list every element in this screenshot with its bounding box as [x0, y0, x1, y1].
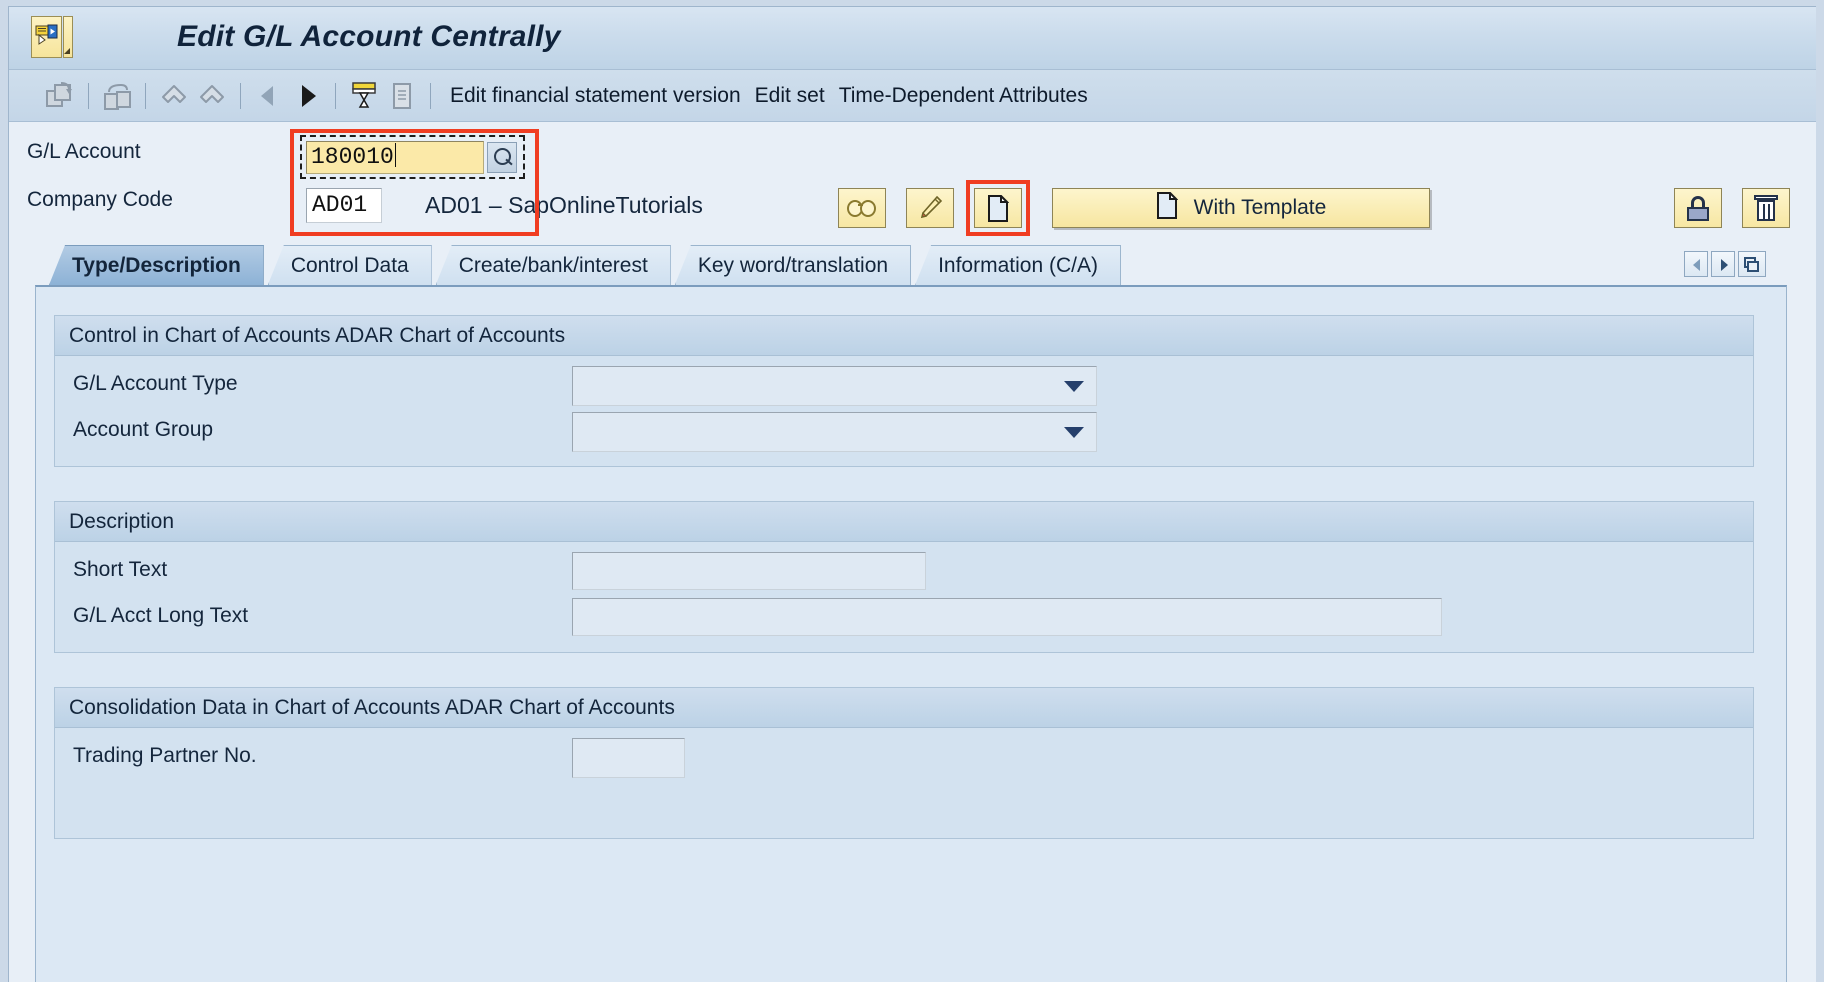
tab-type-description[interactable]: Type/Description — [49, 245, 264, 285]
tab-region: Type/Description Control Data Create/ban… — [9, 237, 1816, 285]
tab-strip: Type/Description Control Data Create/ban… — [49, 245, 1125, 285]
tab-control-data[interactable]: Control Data — [267, 245, 432, 285]
menu-item-edit-set[interactable]: Edit set — [755, 84, 825, 108]
chevron-down-icon[interactable] — [63, 16, 73, 58]
field-label: Account Group — [73, 418, 214, 441]
tab-information-ca[interactable]: Information (C/A) — [915, 245, 1121, 285]
tab-key-word-translation[interactable]: Key word/translation — [674, 245, 912, 285]
page-title: Edit G/L Account Centrally — [177, 20, 561, 53]
company-code-input[interactable]: AD01 — [306, 188, 382, 223]
toolbar-menu: Edit financial statement version Edit se… — [450, 84, 1102, 108]
tab-label: Create/bank/interest — [458, 253, 648, 277]
chevron-down-icon[interactable] — [1064, 381, 1084, 392]
undo-glyph-icon — [162, 84, 186, 103]
delete-button[interactable] — [1742, 188, 1790, 228]
group-consolidation-data: Consolidation Data in Chart of Accounts … — [54, 687, 1754, 839]
field-label: Short Text — [73, 558, 168, 581]
trash-icon — [1754, 195, 1778, 221]
text-caret — [394, 143, 396, 167]
toolbar-separator — [335, 82, 336, 109]
copy-link-icon[interactable] — [102, 81, 132, 111]
application-toolbar: Edit financial statement version Edit se… — [9, 70, 1816, 122]
gl-acct-long-text-input[interactable] — [572, 598, 1442, 636]
field-label: G/L Account Type — [73, 372, 238, 395]
field-label: Trading Partner No. — [73, 744, 257, 767]
group-description: Description Short Text G/L Acct Long Tex… — [54, 501, 1754, 653]
document-icon — [988, 194, 1009, 222]
tab-label: Key word/translation — [697, 253, 889, 277]
header-form-area: G/L Account Company Code 180010 AD01 AD0… — [9, 122, 1816, 237]
sap-menu-glyph-icon — [35, 24, 58, 45]
tab-label: Information (C/A) — [938, 253, 1098, 277]
tab-navigation — [1684, 251, 1766, 277]
redo-icon[interactable] — [197, 81, 227, 111]
hourglass-glyph-icon — [352, 81, 376, 108]
tab-scroll-right-icon[interactable] — [1711, 251, 1735, 277]
with-template-button[interactable]: With Template — [1052, 188, 1430, 228]
previous-arrow-icon[interactable] — [254, 81, 284, 111]
with-template-label: With Template — [1193, 196, 1327, 219]
group-title: Description — [55, 502, 1753, 542]
gl-account-input[interactable]: 180010 — [306, 141, 484, 174]
group-body: Trading Partner No. — [55, 728, 1753, 838]
gl-account-type-dropdown[interactable] — [572, 366, 1097, 406]
company-code-value: AD01 — [312, 192, 368, 218]
create-button[interactable] — [974, 188, 1022, 228]
company-code-description: AD01 – SapOnlineTutorials — [425, 192, 703, 218]
next-arrow-icon[interactable] — [292, 81, 322, 111]
tab-scroll-left-icon[interactable] — [1684, 251, 1708, 277]
pencil-icon — [920, 195, 943, 219]
change-button[interactable] — [906, 188, 954, 228]
group-body: G/L Account Type Account Group — [55, 356, 1753, 466]
sap-menu-icon[interactable] — [31, 16, 62, 58]
group-title: Consolidation Data in Chart of Accounts … — [55, 688, 1753, 728]
sap-system-menu-button[interactable] — [31, 16, 73, 58]
hourglass-print-icon[interactable] — [349, 81, 379, 111]
lock-icon — [1685, 195, 1711, 221]
lock-button[interactable] — [1674, 188, 1722, 228]
trading-partner-no-input[interactable] — [572, 738, 685, 778]
toolbar-separator — [88, 82, 89, 109]
group-control-chart-of-accounts: Control in Chart of Accounts ADAR Chart … — [54, 315, 1754, 467]
search-help-icon[interactable] — [487, 142, 517, 173]
application-window: Edit G/L Account Centrally Edit financia… — [8, 6, 1816, 982]
copy-icon[interactable] — [45, 81, 75, 111]
chevron-down-icon[interactable] — [1064, 427, 1084, 438]
toolbar-separator — [240, 82, 241, 109]
next-glyph-icon — [302, 84, 316, 107]
gl-account-value: 180010 — [311, 144, 394, 170]
tab-create-bank-interest[interactable]: Create/bank/interest — [435, 245, 671, 285]
field-label: G/L Acct Long Text — [73, 604, 249, 627]
tab-list-icon[interactable] — [1738, 251, 1766, 277]
group-body: Short Text G/L Acct Long Text — [55, 542, 1753, 652]
short-text-input[interactable] — [572, 552, 926, 590]
copy-arrow-icon — [60, 81, 72, 94]
tab-label: Type/Description — [72, 253, 241, 277]
display-button[interactable] — [838, 188, 886, 228]
title-bar: Edit G/L Account Centrally — [9, 7, 1816, 70]
previous-glyph-icon — [261, 85, 273, 106]
link-arc-icon — [108, 83, 128, 92]
tab-label: Control Data — [290, 253, 409, 277]
company-code-label: Company Code — [27, 188, 173, 211]
document-list-glyph-icon — [393, 82, 411, 109]
redo-glyph-icon — [200, 84, 224, 103]
undo-icon[interactable] — [159, 81, 189, 111]
menu-item-edit-financial-statement-version[interactable]: Edit financial statement version — [450, 84, 741, 108]
toolbar-separator — [430, 82, 431, 109]
document-icon — [1156, 190, 1179, 225]
menu-item-time-dependent-attributes[interactable]: Time-Dependent Attributes — [839, 84, 1088, 108]
document-glyph-icon — [1156, 190, 1179, 219]
tab-content-panel: Control in Chart of Accounts ADAR Chart … — [35, 285, 1787, 982]
document-list-icon[interactable] — [387, 81, 417, 111]
gl-account-label: G/L Account — [27, 140, 141, 163]
glasses-icon — [847, 200, 877, 217]
account-group-dropdown[interactable] — [572, 412, 1097, 452]
group-title: Control in Chart of Accounts ADAR Chart … — [55, 316, 1753, 356]
toolbar-separator — [145, 82, 146, 109]
